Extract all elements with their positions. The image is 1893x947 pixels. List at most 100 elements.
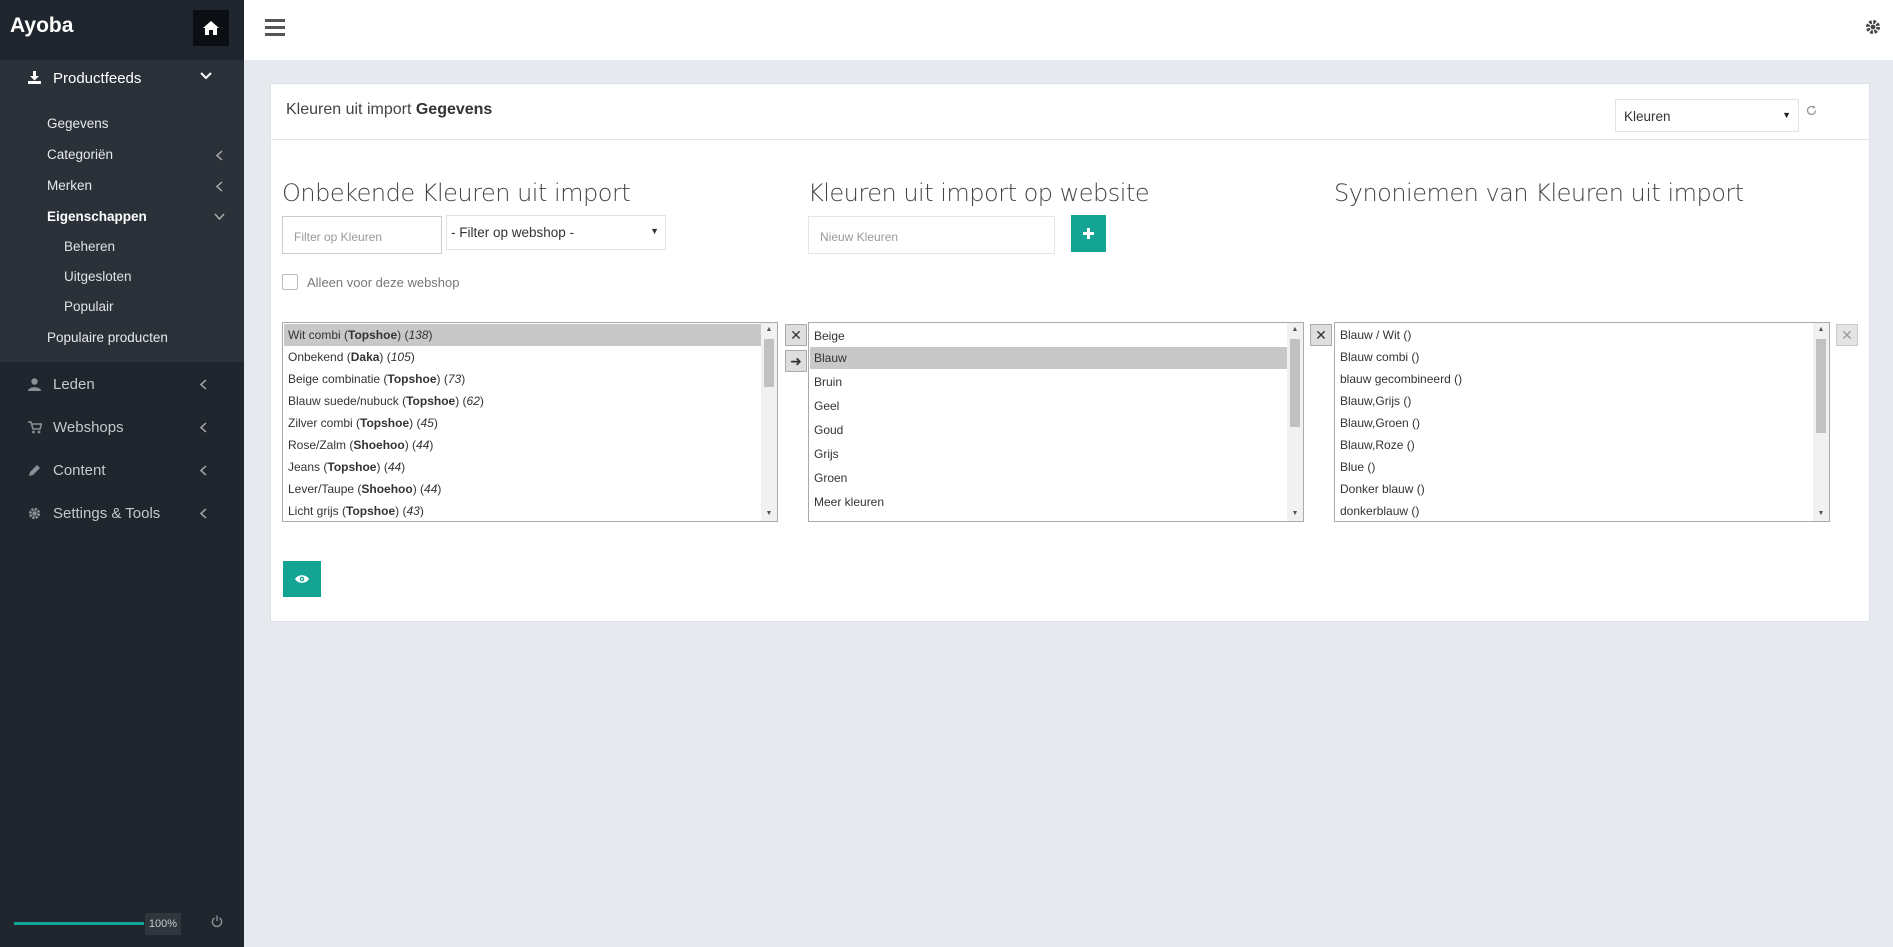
nav-leden-label: Leden: [53, 376, 95, 393]
list-item[interactable]: Beige: [810, 325, 845, 347]
remove-unknown-button[interactable]: ✕: [785, 324, 807, 346]
row-count: 62: [466, 394, 480, 408]
list-item[interactable]: blauw gecombineerd (): [1336, 368, 1462, 390]
scrollbar[interactable]: ▲ ▼: [1813, 323, 1829, 521]
unknown-colors-list[interactable]: Wit combi (Topshoe) (138) Onbekend (Daka…: [282, 322, 778, 522]
list-item[interactable]: Meer kleuren: [810, 491, 884, 513]
row-name: Onbekend: [288, 350, 344, 364]
webshop-filter-select[interactable]: - Filter op webshop - ▼: [446, 215, 666, 250]
brand-row: Ayoba: [0, 0, 244, 56]
scrollbar-thumb[interactable]: [1816, 339, 1826, 433]
list-item[interactable]: Blauw combi (): [1336, 346, 1419, 368]
scroll-down-icon[interactable]: ▼: [761, 507, 777, 521]
row-name: Wit combi: [288, 328, 341, 342]
scrollbar-thumb[interactable]: [764, 339, 774, 387]
sidebar-item-merken[interactable]: Merken: [47, 178, 92, 193]
new-color-input[interactable]: Nieuw Kleuren: [808, 216, 1055, 254]
sidebar-item-populair[interactable]: Populair: [64, 299, 114, 314]
scroll-up-icon[interactable]: ▲: [1287, 323, 1303, 337]
list-item[interactable]: Jeans (Topshoe) (44): [284, 456, 405, 478]
sidebar-item-populaire-producten[interactable]: Populaire producten: [47, 330, 168, 345]
chevron-left-icon: [200, 465, 207, 476]
row-shop: Topshoe: [387, 372, 437, 386]
scrollbar-thumb[interactable]: [1290, 339, 1300, 427]
remove-website-color-button[interactable]: ✕: [1310, 324, 1332, 346]
pencil-icon: [29, 465, 40, 476]
scrollbar[interactable]: ▲ ▼: [761, 323, 777, 521]
list-item[interactable]: Geel: [810, 395, 839, 417]
row-count: 44: [416, 438, 430, 452]
row-name: Blauw suede/nubuck: [288, 394, 399, 408]
preview-button[interactable]: [283, 561, 321, 597]
list-item[interactable]: Grijs: [810, 443, 839, 465]
chevron-down-icon: [200, 72, 212, 80]
list-item[interactable]: Lever/Taupe (Shoehoo) (44): [284, 478, 441, 500]
nav-settings-tools[interactable]: Settings & Tools: [0, 494, 244, 534]
list-item[interactable]: Blauw / Wit (): [1336, 324, 1411, 346]
list-item[interactable]: Blauw,Roze (): [1336, 434, 1415, 456]
webshop-only-checkbox[interactable]: [282, 274, 298, 290]
panel-title-prefix: Kleuren uit import: [286, 101, 416, 118]
sidebar-item-gegevens[interactable]: Gegevens: [47, 116, 109, 131]
home-icon: [203, 21, 219, 35]
download-icon: [28, 71, 41, 84]
nav-productfeeds[interactable]: Productfeeds: [0, 60, 244, 98]
add-color-button[interactable]: [1071, 215, 1106, 252]
remove-synonym-button[interactable]: ✕: [1836, 324, 1858, 346]
list-item[interactable]: Bruin: [810, 371, 842, 393]
row-shop: Shoehoo: [353, 438, 405, 452]
row-count: 44: [387, 460, 402, 474]
list-item[interactable]: Onbekend (Daka) (105): [284, 346, 415, 368]
nav-content[interactable]: Content: [0, 451, 244, 491]
row-count: 138: [408, 328, 429, 342]
list-item[interactable]: Blauw: [810, 347, 1287, 369]
scrollbar[interactable]: ▲ ▼: [1287, 323, 1303, 521]
sidebar-item-uitgesloten[interactable]: Uitgesloten: [64, 269, 132, 284]
refresh-icon[interactable]: [1806, 105, 1817, 116]
row-count: 43: [406, 504, 420, 518]
sidebar-item-categorien[interactable]: Categoriën: [47, 147, 113, 162]
sidebar-item-eigenschappen[interactable]: Eigenschappen: [47, 209, 147, 224]
row-name: Zilver combi: [288, 416, 353, 430]
row-shop: Topshoe: [406, 394, 456, 408]
dropdown-arrow-icon: ▼: [1782, 110, 1791, 120]
home-button[interactable]: [193, 10, 229, 46]
panel-title: Kleuren uit import Gegevens: [286, 101, 492, 119]
menu-toggle-icon[interactable]: [265, 19, 285, 37]
scroll-up-icon[interactable]: ▲: [1813, 323, 1829, 337]
list-item[interactable]: Blauw,Groen (): [1336, 412, 1420, 434]
dropdown-arrow-icon: ▼: [650, 226, 659, 236]
list-item[interactable]: donkerblauw (): [1336, 500, 1419, 521]
list-item[interactable]: Groen: [810, 467, 847, 489]
website-colors-list[interactable]: Beige Blauw Bruin Geel Goud Grijs Groen …: [808, 322, 1304, 522]
list-item[interactable]: Zilver combi (Topshoe) (45): [284, 412, 438, 434]
row-name: Jeans: [288, 460, 321, 474]
settings-gear-icon[interactable]: [1865, 19, 1881, 35]
progress-bar: [14, 922, 144, 925]
synonyms-list[interactable]: Blauw / Wit () Blauw combi () blauw geco…: [1334, 322, 1830, 522]
link-to-website-button[interactable]: ➜: [785, 350, 807, 372]
sidebar-item-beheren[interactable]: Beheren: [64, 239, 115, 254]
list-item[interactable]: Rose/Zalm (Shoehoo) (44): [284, 434, 433, 456]
list-item[interactable]: Blauw suede/nubuck (Topshoe) (62): [284, 390, 484, 412]
list-item[interactable]: Donker blauw (): [1336, 478, 1425, 500]
nav-leden[interactable]: Leden: [0, 365, 244, 405]
list-item[interactable]: Wit combi (Topshoe) (138): [284, 324, 761, 346]
scroll-down-icon[interactable]: ▼: [1287, 507, 1303, 521]
list-item[interactable]: Goud: [810, 419, 843, 441]
power-icon[interactable]: [211, 915, 223, 928]
list-item[interactable]: Beige combinatie (Topshoe) (73): [284, 368, 465, 390]
chevron-left-icon: [200, 422, 207, 433]
row-count: 44: [424, 482, 438, 496]
chevron-left-icon: [200, 379, 207, 390]
row-name: Lever/Taupe: [288, 482, 355, 496]
attribute-select[interactable]: Kleuren ▼: [1615, 99, 1799, 132]
list-item[interactable]: Blue (): [1336, 456, 1375, 478]
list-item[interactable]: Licht grijs (Topshoe) (43): [284, 500, 424, 521]
scroll-down-icon[interactable]: ▼: [1813, 507, 1829, 521]
scroll-up-icon[interactable]: ▲: [761, 323, 777, 337]
filter-colors-input[interactable]: Filter op Kleuren: [282, 216, 442, 254]
list-item[interactable]: Blauw,Grijs (): [1336, 390, 1411, 412]
nav-webshops[interactable]: Webshops: [0, 408, 244, 448]
brand-logo[interactable]: Ayoba: [10, 14, 73, 38]
